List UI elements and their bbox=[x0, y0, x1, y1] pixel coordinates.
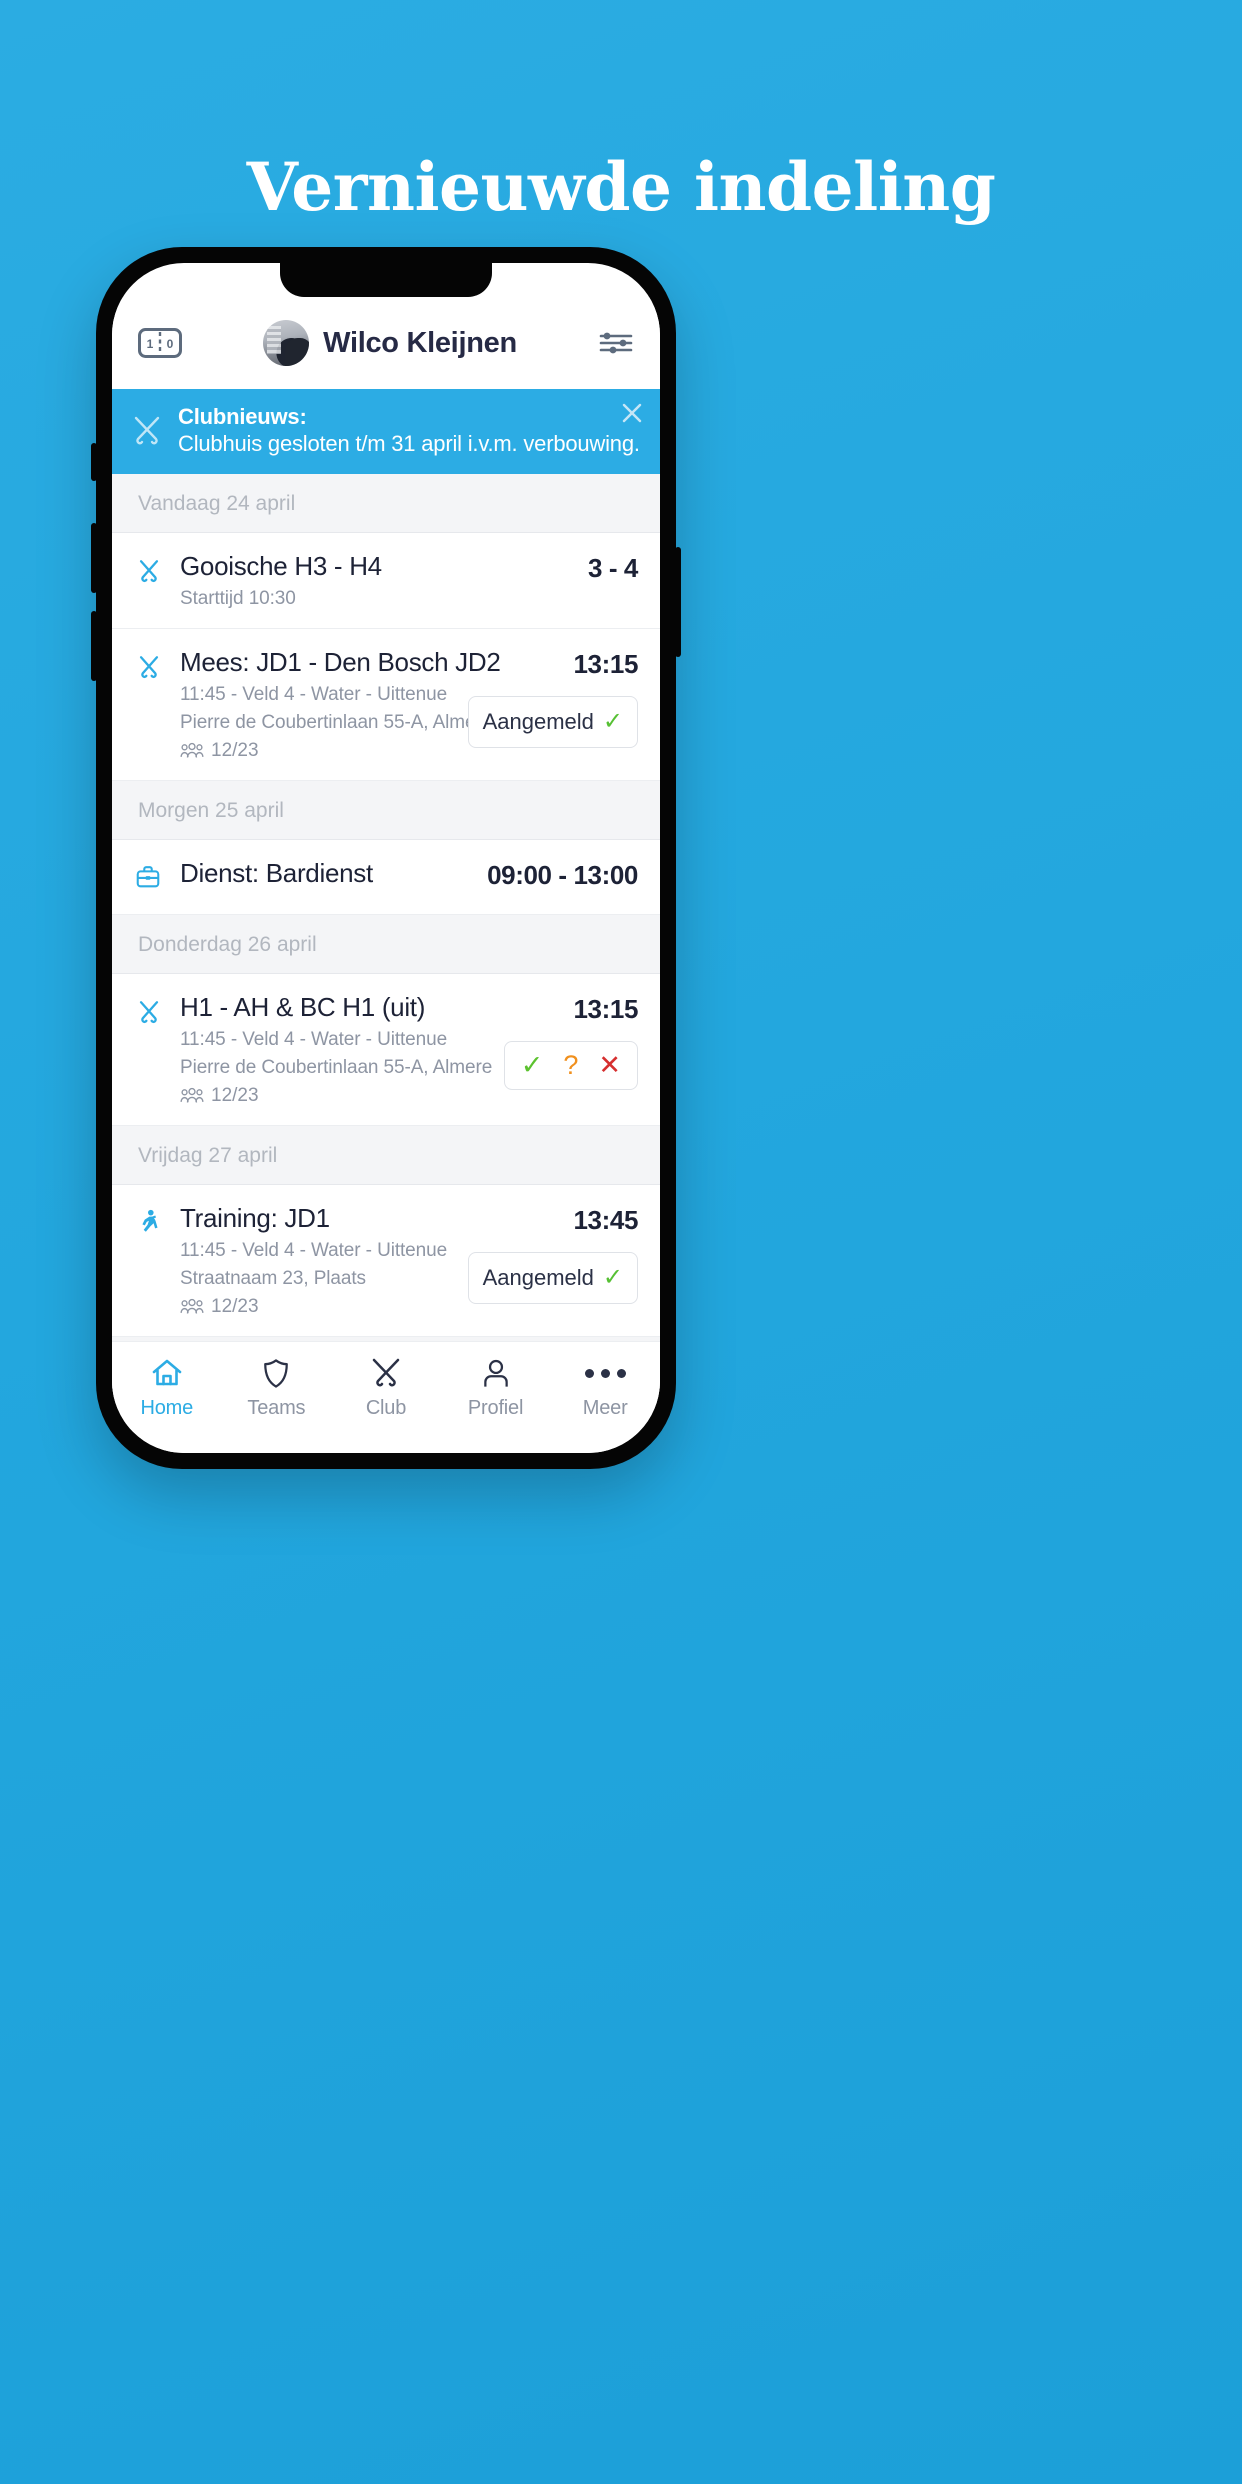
day-header-donderdag: Donderdag 26 april bbox=[112, 914, 660, 974]
attendance-count: 12/23 bbox=[211, 739, 259, 761]
hockey-sticks-icon bbox=[134, 992, 168, 1107]
event-row-training[interactable]: Training: JD1 11:45 - Veld 4 - Water - U… bbox=[112, 1184, 660, 1337]
event-time: 13:15 bbox=[573, 993, 639, 1024]
shield-icon bbox=[262, 1356, 290, 1390]
people-icon bbox=[180, 742, 204, 758]
event-subtitle-time: 11:45 - Veld 4 - Water - Uittenue bbox=[180, 1239, 448, 1261]
user-name: Wilco Kleijnen bbox=[323, 326, 517, 359]
event-attendance: 12/23 bbox=[180, 1296, 456, 1318]
event-title: Training: JD1 bbox=[180, 1202, 330, 1233]
event-subtitle-time: 11:45 - Veld 4 - Water - Uittenue bbox=[180, 683, 448, 705]
check-icon: ✓ bbox=[602, 1263, 623, 1291]
event-row-dienst[interactable]: Dienst: Bardienst 09:00 - 13:00 bbox=[112, 839, 660, 915]
banner-text: Clubnieuws: Clubhuis gesloten t/m 31 apr… bbox=[178, 403, 642, 458]
day-header-vrijdag: Vrijdag 27 april bbox=[112, 1125, 660, 1185]
event-subtitle: Starttijd 10:30 bbox=[180, 587, 296, 609]
tab-label: Teams bbox=[247, 1397, 306, 1419]
bottom-navigation: Home Teams Club Profiel Meer bbox=[112, 1341, 660, 1453]
aangemeld-label: Aangemeld bbox=[482, 708, 594, 734]
event-time-range: 09:00 - 13:00 bbox=[487, 859, 638, 890]
available-yes-button[interactable]: ✓ bbox=[521, 1051, 544, 1079]
phone-power-button bbox=[675, 547, 681, 657]
aangemeld-button[interactable]: Aangemeld ✓ bbox=[467, 695, 638, 748]
tab-teams[interactable]: Teams bbox=[222, 1356, 332, 1420]
event-right: 09:00 - 13:00 bbox=[487, 858, 638, 896]
banner-body: Clubhuis gesloten t/m 31 april i.v.m. ve… bbox=[178, 431, 640, 457]
scoreboard-icon[interactable]: 1 0 bbox=[138, 328, 182, 358]
event-right: 13:15 ✓ ? ✕ bbox=[503, 992, 639, 1107]
sliders-icon[interactable] bbox=[598, 328, 634, 358]
event-time: 13:45 bbox=[573, 1204, 639, 1235]
event-main: H1 - AH & BC H1 (uit) 11:45 - Veld 4 - W… bbox=[180, 992, 492, 1107]
event-subtitle-time: 11:45 - Veld 4 - Water - Uittenue bbox=[180, 1028, 448, 1050]
day-header-morgen: Morgen 25 april bbox=[112, 780, 660, 840]
tab-profiel[interactable]: Profiel bbox=[441, 1356, 551, 1420]
available-no-button[interactable]: ✕ bbox=[598, 1051, 621, 1079]
phone-mute-switch bbox=[91, 443, 97, 481]
header-user[interactable]: Wilco Kleijnen bbox=[182, 320, 598, 366]
people-icon bbox=[180, 1087, 204, 1103]
event-right: 13:15 Aangemeld ✓ bbox=[467, 647, 639, 762]
event-time: 13:15 bbox=[573, 648, 639, 679]
event-subtitle-address: Pierre de Coubertinlaan 55-A, Almere bbox=[180, 1056, 493, 1078]
event-attendance: 12/23 bbox=[180, 1085, 492, 1107]
phone-volume-up-button bbox=[91, 523, 97, 593]
app-header: 1 0 Wilco Kleijnen bbox=[112, 297, 660, 389]
event-row-h1[interactable]: H1 - AH & BC H1 (uit) 11:45 - Veld 4 - W… bbox=[112, 973, 660, 1126]
tab-meer[interactable]: Meer bbox=[550, 1356, 660, 1420]
event-title: Gooische H3 - H4 bbox=[180, 550, 382, 581]
event-attendance: 12/23 bbox=[180, 740, 456, 762]
briefcase-icon bbox=[134, 858, 168, 896]
phone-mockup: 1 0 Wilco Kleijnen Clubnieuws: Clubhuis … bbox=[91, 247, 681, 1469]
svg-text:0: 0 bbox=[167, 337, 174, 351]
event-right: 13:45 Aangemeld ✓ bbox=[467, 1203, 639, 1318]
tab-label: Profiel bbox=[467, 1397, 524, 1419]
phone-screen: 1 0 Wilco Kleijnen Clubnieuws: Clubhuis … bbox=[112, 263, 660, 1453]
avatar bbox=[263, 320, 310, 366]
people-icon bbox=[180, 1298, 204, 1314]
event-row-mees[interactable]: Mees: JD1 - Den Bosch JD2 11:45 - Veld 4… bbox=[112, 628, 660, 781]
ellipsis-icon bbox=[584, 1356, 626, 1390]
check-icon: ✓ bbox=[602, 707, 623, 735]
availability-choice-group[interactable]: ✓ ? ✕ bbox=[503, 1040, 638, 1090]
home-icon bbox=[151, 1356, 183, 1390]
tab-label: Meer bbox=[582, 1397, 628, 1419]
svg-text:1: 1 bbox=[147, 337, 154, 351]
running-icon bbox=[134, 1203, 168, 1318]
tab-label: Home bbox=[140, 1397, 194, 1419]
event-main: Dienst: Bardienst bbox=[180, 858, 475, 896]
event-main: Gooische H3 - H4 Starttijd 10:30 bbox=[180, 551, 506, 610]
event-row-gooische[interactable]: Gooische H3 - H4 Starttijd 10:30 3 - 4 bbox=[112, 532, 660, 629]
event-score: 3 - 4 bbox=[587, 552, 638, 583]
day-header-vandaag: Vandaag 24 april bbox=[112, 473, 660, 533]
event-title: Mees: JD1 - Den Bosch JD2 bbox=[180, 646, 501, 677]
phone-volume-down-button bbox=[91, 611, 97, 681]
close-icon[interactable] bbox=[620, 401, 644, 425]
hockey-sticks-icon bbox=[369, 1356, 403, 1390]
page-title: Vernieuwde indeling bbox=[246, 148, 996, 226]
tab-label: Club bbox=[365, 1397, 407, 1419]
event-title: H1 - AH & BC H1 (uit) bbox=[180, 991, 426, 1022]
event-right: 3 - 4 bbox=[518, 551, 638, 610]
event-title: Dienst: Bardienst bbox=[180, 857, 373, 888]
banner-title: Clubnieuws: bbox=[178, 404, 307, 429]
club-news-banner[interactable]: Clubnieuws: Clubhuis gesloten t/m 31 apr… bbox=[112, 389, 660, 474]
person-icon bbox=[482, 1356, 510, 1390]
event-subtitle-address: Straatnaam 23, Plaats bbox=[180, 1267, 366, 1289]
event-subtitle-address: Pierre de Coubertinlaan 55-A, Almere bbox=[180, 711, 493, 733]
event-main: Mees: JD1 - Den Bosch JD2 11:45 - Veld 4… bbox=[180, 646, 501, 762]
tab-club[interactable]: Club bbox=[331, 1356, 441, 1420]
attendance-count: 12/23 bbox=[211, 1084, 259, 1106]
event-main: Training: JD1 11:45 - Veld 4 - Water - U… bbox=[180, 1203, 456, 1318]
attendance-count: 12/23 bbox=[211, 1295, 259, 1317]
hockey-sticks-icon bbox=[130, 413, 164, 447]
aangemeld-button[interactable]: Aangemeld ✓ bbox=[467, 1251, 638, 1304]
available-maybe-button[interactable]: ? bbox=[563, 1051, 578, 1079]
phone-notch bbox=[280, 263, 492, 297]
aangemeld-label: Aangemeld bbox=[482, 1264, 594, 1290]
tab-home[interactable]: Home bbox=[112, 1356, 222, 1420]
hockey-sticks-icon bbox=[134, 551, 168, 610]
hockey-sticks-icon bbox=[134, 647, 168, 762]
